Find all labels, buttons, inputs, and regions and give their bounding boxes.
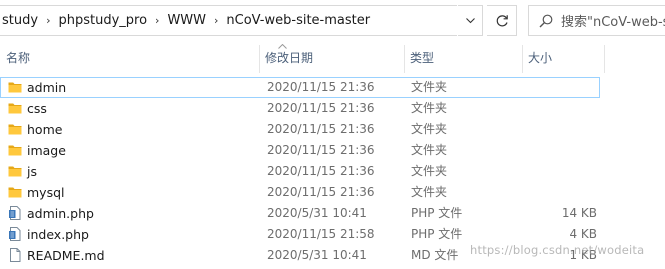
file-type: 文件夹: [411, 185, 448, 199]
file-name: admin: [27, 80, 67, 95]
search-placeholder: 搜索"nCoV-web-site...: [561, 15, 665, 30]
file-size: 4 KB: [569, 227, 597, 241]
list-item[interactable]: admin 2020/11/15 21:36 文件夹: [0, 77, 600, 98]
file-type: 文件夹: [411, 122, 448, 136]
file-size: [522, 182, 597, 203]
breadcrumb-ncov-web-site-master[interactable]: nCoV-web-site-master: [222, 6, 374, 35]
column-type[interactable]: 类型: [404, 43, 522, 73]
php-file-icon: [9, 206, 21, 220]
watermark-text: https://blog.csdn.net/wodeita: [470, 243, 645, 257]
breadcrumb-phpstudy-pro[interactable]: phpstudy_pro: [54, 6, 151, 35]
search-input[interactable]: 搜索"nCoV-web-site...: [528, 5, 665, 36]
folder-icon: [8, 82, 22, 93]
file-type: 文件夹: [411, 80, 448, 94]
file-type: PHP 文件: [411, 206, 463, 220]
file-size: [522, 119, 597, 140]
breadcrumb-separator-icon[interactable]: ›: [210, 6, 222, 35]
list-item[interactable]: mysql 2020/11/15 21:36 文件夹: [0, 182, 603, 203]
folder-icon: [8, 124, 22, 135]
php-file-icon: [9, 227, 21, 241]
file-name: js: [27, 164, 37, 179]
column-header: 名称 修改日期 类型 大小: [0, 43, 665, 73]
column-name[interactable]: 名称: [0, 43, 259, 73]
search-icon: [539, 14, 553, 27]
file-date: 2020/11/15 21:36: [267, 164, 375, 178]
document-file-icon: [10, 248, 21, 262]
file-type: 文件夹: [411, 143, 448, 157]
file-list: admin 2020/11/15 21:36 文件夹 css 2020/11/1…: [0, 77, 665, 266]
file-name: README.md: [27, 248, 105, 263]
file-type: 文件夹: [411, 164, 448, 178]
chevron-down-icon: [466, 17, 475, 23]
file-name: home: [27, 122, 63, 137]
folder-icon: [8, 145, 22, 156]
column-divider[interactable]: [604, 45, 605, 73]
file-type: MD 文件: [411, 248, 459, 262]
file-date: 2020/11/15 21:36: [267, 122, 375, 136]
list-item[interactable]: image 2020/11/15 21:36 文件夹: [0, 140, 603, 161]
breadcrumb-separator-icon[interactable]: ›: [42, 6, 54, 35]
file-explorer-window: study › phpstudy_pro › WWW › nCoV-web-si…: [0, 0, 665, 269]
file-size: [522, 98, 597, 119]
breadcrumb-study[interactable]: study: [0, 6, 42, 35]
file-date: 2020/5/31 10:41: [267, 206, 367, 220]
file-date: 2020/11/15 21:36: [267, 80, 375, 94]
folder-icon: [8, 166, 22, 177]
file-name: image: [27, 143, 66, 158]
file-type: PHP 文件: [411, 227, 463, 241]
file-size: 14 KB: [561, 206, 597, 220]
list-item[interactable]: js 2020/11/15 21:36 文件夹: [0, 161, 603, 182]
file-date: 2020/11/15 21:36: [267, 101, 375, 115]
file-date: 2020/11/15 21:36: [267, 143, 375, 157]
file-date: 2020/5/31 10:41: [267, 248, 367, 262]
folder-icon: [8, 187, 22, 198]
refresh-button[interactable]: [487, 5, 517, 36]
file-date: 2020/11/15 21:36: [267, 185, 375, 199]
list-item[interactable]: admin.php 2020/5/31 10:41 PHP 文件 14 KB: [0, 203, 603, 224]
file-name: mysql: [27, 185, 65, 200]
file-size: [522, 161, 597, 182]
list-item[interactable]: index.php 2020/11/15 21:58 PHP 文件 4 KB: [0, 224, 603, 245]
file-name: css: [27, 101, 47, 116]
refresh-icon: [496, 14, 508, 26]
file-size: [522, 140, 597, 161]
list-item[interactable]: css 2020/11/15 21:36 文件夹: [0, 98, 603, 119]
file-name: admin.php: [27, 206, 94, 221]
file-type: 文件夹: [411, 101, 448, 115]
folder-icon: [8, 103, 22, 114]
list-item[interactable]: home 2020/11/15 21:36 文件夹: [0, 119, 603, 140]
column-date-modified[interactable]: 修改日期: [259, 43, 404, 73]
file-date: 2020/11/15 21:58: [267, 227, 375, 241]
column-size[interactable]: 大小: [522, 43, 604, 73]
file-name: index.php: [27, 227, 89, 242]
file-size: [522, 77, 597, 98]
breadcrumb-www[interactable]: WWW: [163, 6, 210, 35]
address-dropdown-button[interactable]: [457, 5, 483, 36]
address-bar[interactable]: study › phpstudy_pro › WWW › nCoV-web-si…: [0, 5, 483, 36]
breadcrumb-separator-icon[interactable]: ›: [151, 6, 163, 35]
address-bar-row: study › phpstudy_pro › WWW › nCoV-web-si…: [0, 0, 665, 43]
